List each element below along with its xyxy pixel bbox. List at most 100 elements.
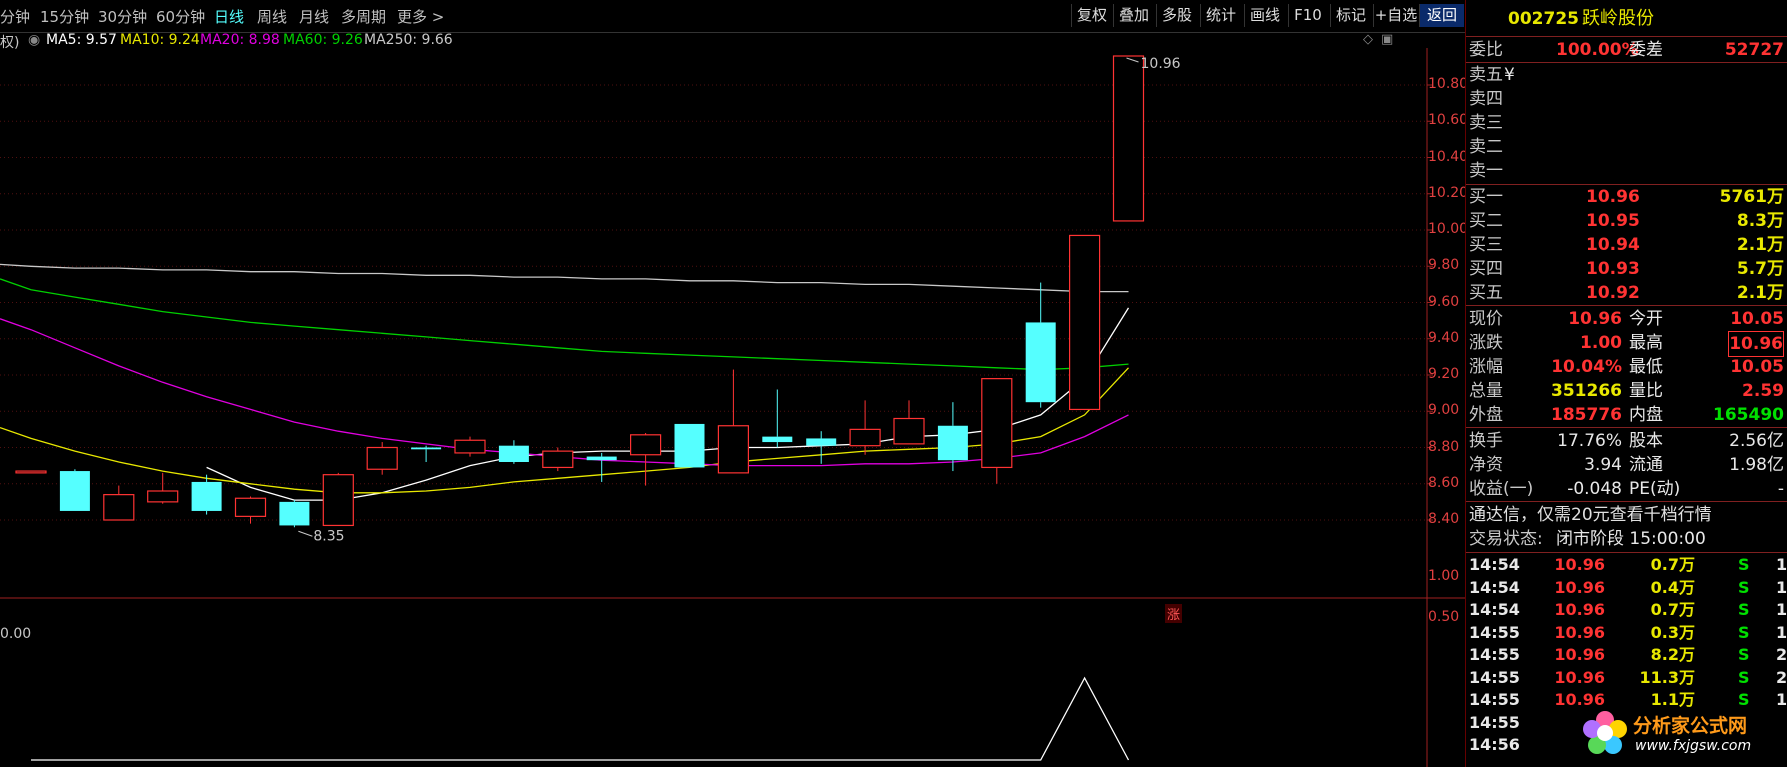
stat-label: 量比 <box>1629 381 1663 401</box>
quote-stat-row[interactable]: 涨幅 10.04% 最低 10.05 <box>1466 355 1787 379</box>
sell-level-row[interactable]: 卖二 <box>1466 135 1787 159</box>
stat-label: 现价 <box>1469 309 1503 329</box>
candle-body-down <box>191 481 222 511</box>
quote-stat-row[interactable]: 总量 351266 量比 2.59 <box>1466 379 1787 403</box>
candle-body-up <box>1112 55 1145 222</box>
buy-level-volume: 2.1万 <box>1736 235 1784 255</box>
buy-level-volume: 5761万 <box>1719 187 1784 207</box>
tick-row: 14:55 10.96 11.3万 S 2 <box>1466 667 1787 689</box>
sell-level-row[interactable]: 卖四 <box>1466 87 1787 111</box>
diamond-icon[interactable]: ◇ <box>1363 32 1373 47</box>
stock-name: 跃岭股份 <box>1582 8 1654 29</box>
candle-body-up <box>234 497 267 517</box>
fuquan-button[interactable]: 复权 <box>1071 4 1112 27</box>
stat-value: 10.05 <box>1730 357 1784 377</box>
candle <box>366 442 398 475</box>
back-button[interactable]: 返回 <box>1419 4 1464 27</box>
buy-level-row[interactable]: 买五 10.92 2.1万 <box>1466 281 1787 305</box>
tick-count: 1 <box>1776 577 1787 597</box>
candle-body-up <box>542 450 574 469</box>
candle-body-up <box>366 446 398 470</box>
buy-level-price: 10.96 <box>1586 187 1640 207</box>
weibi-label: 委比 <box>1469 40 1503 60</box>
tab-60min[interactable]: 60分钟 <box>156 6 205 27</box>
buy-level-volume: 2.1万 <box>1736 283 1784 303</box>
quote-stat-row[interactable]: 外盘 185776 内盘 165490 <box>1466 403 1787 427</box>
buy-level-label: 买五 <box>1469 283 1503 303</box>
candle-body-down <box>806 438 837 446</box>
candle <box>322 472 354 527</box>
stock-code: 002725 <box>1508 9 1579 29</box>
tab-multi-period[interactable]: 多周期 <box>341 6 386 27</box>
ma5-label: MA5: 9.57 <box>46 32 117 48</box>
tab-weekly[interactable]: 周线 <box>257 6 287 27</box>
candle <box>191 474 222 515</box>
period-toolbar: 分钟 15分钟 30分钟 60分钟 日线 周线 月线 多周期 更多 > 复权 叠… <box>0 0 1465 33</box>
sell-level-price: ¥ <box>1504 65 1515 85</box>
window-icon[interactable]: ▣ <box>1381 32 1393 47</box>
y-axis-label: 9.80 <box>1428 257 1460 274</box>
mark-button[interactable]: 标记 <box>1330 4 1371 27</box>
candle <box>454 436 486 457</box>
sell-level-row[interactable]: 卖五 ¥ <box>1466 63 1787 87</box>
promo-text[interactable]: 通达信，仅需20元查看千档行情 <box>1469 503 1712 527</box>
tick-side: S <box>1738 577 1750 597</box>
candle <box>279 500 310 528</box>
candle-body-up <box>981 378 1013 469</box>
tick-price: 10.96 <box>1554 622 1605 642</box>
add-watchlist-button[interactable]: +自选 <box>1373 4 1418 27</box>
candle-body-up <box>849 428 881 447</box>
stat-label: 内盘 <box>1629 405 1663 425</box>
ma-toggle-icon[interactable]: ◉ <box>28 32 40 48</box>
y-axis-label: 10.60 <box>1428 112 1469 129</box>
fundamental-row[interactable]: 净资 3.94 流通 1.98亿 <box>1466 453 1787 477</box>
buy-level-row[interactable]: 买三 10.94 2.1万 <box>1466 233 1787 257</box>
quote-stat-row[interactable]: 现价 10.96 今开 10.05 <box>1466 307 1787 331</box>
candle-body-down <box>937 425 968 461</box>
tick-time: 14:55 <box>1469 667 1520 687</box>
tick-row: 14:54 10.96 0.7万 S 1 <box>1466 554 1787 576</box>
sell-level-row[interactable]: 卖一 <box>1466 159 1787 183</box>
quote-stat-row[interactable]: 涨跌 1.00 最高 10.96 <box>1466 331 1787 357</box>
buy-level-row[interactable]: 买一 10.96 5761万 <box>1466 185 1787 209</box>
sub-indicator-value: 0.00 <box>0 626 32 642</box>
multi-stock-button[interactable]: 多股 <box>1156 4 1197 27</box>
tick-time: 14:55 <box>1469 712 1520 732</box>
candle-body-down <box>411 447 442 450</box>
ma250-label: MA250: 9.66 <box>364 32 453 48</box>
weicha-label: 委差 <box>1629 40 1663 60</box>
fundamental-row[interactable]: 收益(一) -0.048 PE(动) - <box>1466 477 1787 501</box>
buy-level-price: 10.95 <box>1586 211 1640 231</box>
draw-line-button[interactable]: 画线 <box>1244 4 1285 27</box>
tick-row: 14:55 10.96 0.3万 S 1 <box>1466 622 1787 644</box>
tab-15min[interactable]: 15分钟 <box>40 6 89 27</box>
y-axis-label: 9.20 <box>1428 366 1460 382</box>
statistics-button[interactable]: 统计 <box>1200 4 1241 27</box>
buy-level-price: 10.92 <box>1586 283 1640 303</box>
tick-time: 14:56 <box>1469 735 1520 754</box>
tab-more[interactable]: 更多 > <box>397 6 444 27</box>
buy-level-row[interactable]: 买二 10.95 8.3万 <box>1466 209 1787 233</box>
kline-chart[interactable]: 10.96 8.35 <box>0 48 1465 767</box>
overlay-button[interactable]: 叠加 <box>1113 4 1154 27</box>
sell-level-row[interactable]: 卖三 <box>1466 111 1787 135</box>
stat-value: 351266 <box>1551 381 1622 401</box>
tick-side: S <box>1738 667 1750 687</box>
candle-body-up <box>629 434 662 456</box>
candle <box>103 485 135 521</box>
fundamental-row[interactable]: 换手 17.76% 股本 2.56亿 <box>1466 429 1787 453</box>
promo-row[interactable]: 通达信，仅需20元查看千档行情 <box>1466 503 1787 527</box>
candle-body-down <box>586 456 617 461</box>
y-axis-label: 9.60 <box>1428 293 1460 310</box>
tick-time: 14:54 <box>1469 577 1520 597</box>
tab-daily[interactable]: 日线 <box>214 6 244 27</box>
tab-30min[interactable]: 30分钟 <box>98 6 147 27</box>
f10-button[interactable]: F10 <box>1288 4 1327 27</box>
weicha-value: 52727 <box>1724 40 1784 60</box>
tab-1min[interactable]: 分钟 <box>0 6 30 27</box>
tab-monthly[interactable]: 月线 <box>299 6 329 27</box>
buy-level-row[interactable]: 买四 10.93 5.7万 <box>1466 257 1787 281</box>
stat-value: 10.96 <box>1728 331 1784 357</box>
buy-level-volume: 5.7万 <box>1736 259 1784 279</box>
high-label: 10.96 <box>1141 56 1181 72</box>
